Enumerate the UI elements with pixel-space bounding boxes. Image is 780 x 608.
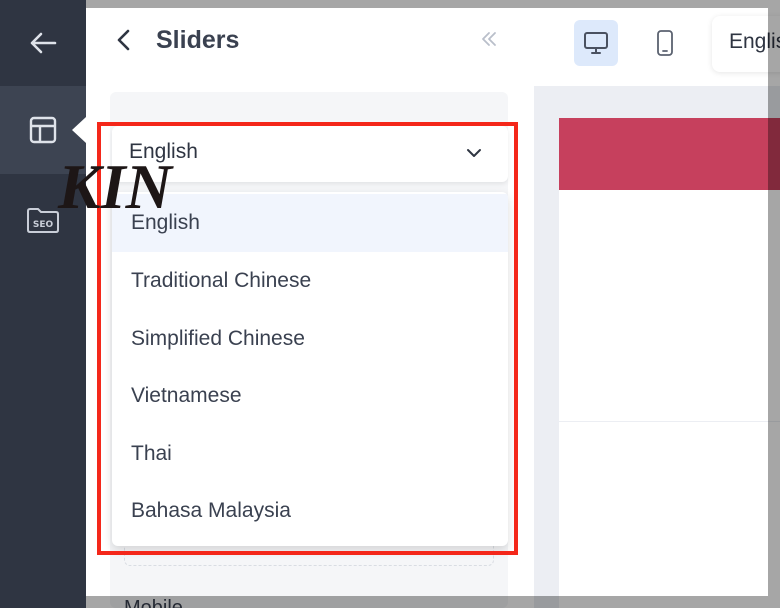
chevron-left-icon [117, 29, 130, 51]
language-dropdown-menu: English Traditional Chinese Simplified C… [112, 192, 508, 546]
chevron-down-icon [466, 146, 482, 164]
option-vietnamese[interactable]: Vietnamese [112, 367, 508, 425]
active-indicator [72, 117, 86, 143]
layout-icon [29, 116, 57, 144]
option-simplified-chinese[interactable]: Simplified Chinese [112, 310, 508, 368]
preview-banner [559, 118, 780, 190]
mobile-view-button[interactable] [643, 20, 687, 66]
preview-canvas [559, 118, 780, 608]
option-traditional-chinese[interactable]: Traditional Chinese [112, 252, 508, 310]
brand-logo-text: KIN [58, 151, 172, 222]
panel-header: Sliders [86, 0, 534, 86]
preview-language-value: English [729, 30, 780, 53]
page-title: Sliders [156, 26, 240, 54]
collapse-panel-button[interactable] [480, 30, 498, 53]
back-button[interactable] [116, 28, 132, 57]
mobile-section-label: Mobile [124, 597, 183, 608]
option-thai[interactable]: Thai [112, 425, 508, 483]
svg-text:SEO: SEO [33, 220, 54, 230]
left-rail: SEO [0, 0, 86, 608]
desktop-view-button[interactable] [574, 20, 618, 66]
monitor-icon [584, 32, 608, 54]
seo-folder-icon: SEO [27, 208, 59, 233]
exit-editor-button[interactable] [0, 0, 86, 86]
arrow-left-icon [30, 32, 57, 54]
preview-language-select[interactable]: English [712, 16, 780, 72]
preview-toolbar: English [534, 0, 780, 86]
phone-icon [657, 30, 673, 56]
double-chevron-left-icon [482, 32, 496, 46]
option-bahasa-malaysia[interactable]: Bahasa Malaysia [112, 482, 508, 540]
preview-slide [559, 190, 780, 422]
